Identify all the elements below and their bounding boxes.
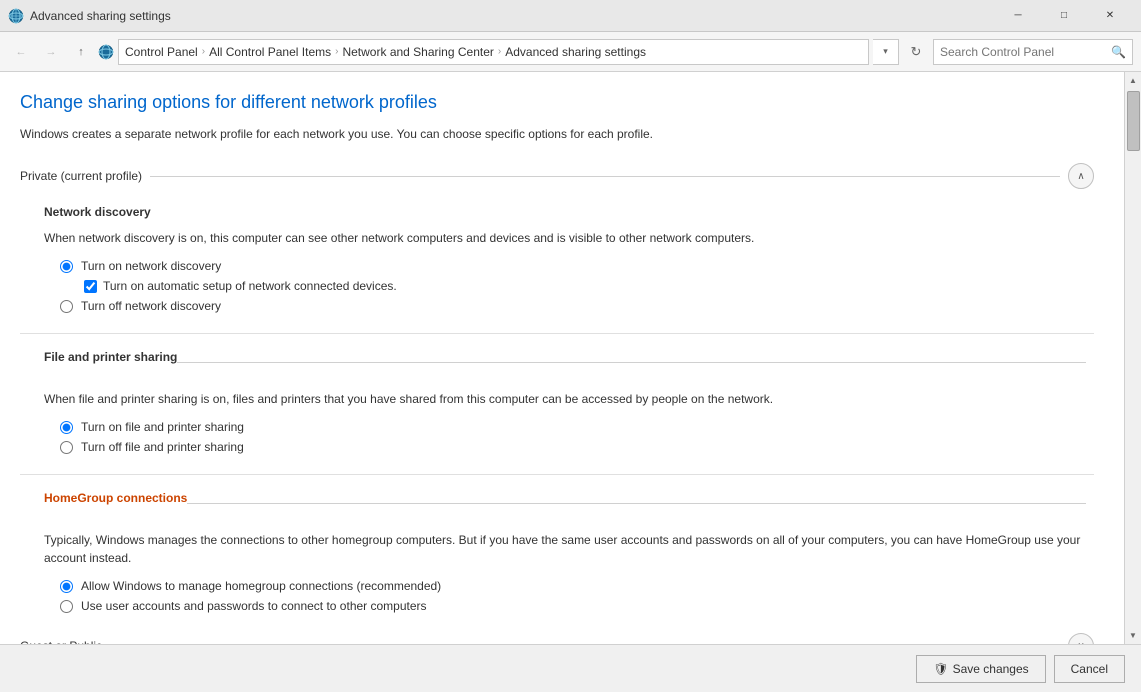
refresh-button[interactable]: ↻	[903, 39, 929, 65]
window-title: Advanced sharing settings	[30, 9, 995, 23]
homegroup-line	[187, 503, 1086, 504]
nd-on-option[interactable]: Turn on network discovery	[60, 259, 1094, 273]
section-guest-toggle[interactable]: ∨	[1068, 633, 1094, 644]
homegroup-options: Allow Windows to manage homegroup connec…	[60, 579, 1094, 613]
shield-icon: 🛡	[933, 662, 948, 676]
search-box[interactable]: 🔍	[933, 39, 1133, 65]
path-sep-1: ›	[202, 46, 205, 57]
save-button[interactable]: 🛡 Save changes	[916, 655, 1045, 683]
close-button[interactable]: ✕	[1087, 0, 1133, 32]
homegroup-desc: Typically, Windows manages the connectio…	[44, 531, 1094, 567]
forward-button[interactable]: →	[38, 39, 64, 65]
main-area: Change sharing options for different net…	[0, 72, 1141, 644]
nd-auto-option[interactable]: Turn on automatic setup of network conne…	[84, 279, 1094, 293]
scroll-up[interactable]: ▲	[1125, 72, 1141, 89]
nd-on-radio[interactable]	[60, 260, 73, 273]
save-label: Save changes	[953, 662, 1029, 676]
subsection-network-discovery: Network discovery When network discovery…	[44, 205, 1094, 313]
hg-windows-option[interactable]: Allow Windows to manage homegroup connec…	[60, 579, 1094, 593]
nd-auto-label: Turn on automatic setup of network conne…	[103, 279, 397, 293]
fp-on-option[interactable]: Turn on file and printer sharing	[60, 420, 1094, 434]
address-path[interactable]: Control Panel › All Control Panel Items …	[118, 39, 869, 65]
app-icon	[8, 8, 24, 24]
footer: 🛡 Save changes Cancel	[0, 644, 1141, 692]
back-button[interactable]: ←	[8, 39, 34, 65]
divider-1	[20, 333, 1094, 334]
hg-user-radio[interactable]	[60, 600, 73, 613]
maximize-button[interactable]: □	[1041, 0, 1087, 32]
up-button[interactable]: ↑	[68, 39, 94, 65]
scrollbar[interactable]: ▲ ▼	[1124, 72, 1141, 644]
path-sep-2: ›	[335, 46, 338, 57]
location-icon	[98, 44, 114, 60]
nd-auto-checkbox[interactable]	[84, 280, 97, 293]
nd-off-radio[interactable]	[60, 300, 73, 313]
network-discovery-desc: When network discovery is on, this compu…	[44, 229, 1094, 247]
fp-off-label: Turn off file and printer sharing	[81, 440, 244, 454]
path-sep-3: ›	[498, 46, 501, 57]
fp-off-radio[interactable]	[60, 441, 73, 454]
title-bar: Advanced sharing settings ─ □ ✕	[0, 0, 1141, 32]
search-icon[interactable]: 🔍	[1111, 45, 1126, 59]
path-advanced-sharing[interactable]: Advanced sharing settings	[505, 45, 646, 59]
path-all-items[interactable]: All Control Panel Items	[209, 45, 331, 59]
cancel-button[interactable]: Cancel	[1054, 655, 1125, 683]
file-printer-options: Turn on file and printer sharing Turn of…	[60, 420, 1094, 454]
fp-on-radio[interactable]	[60, 421, 73, 434]
nd-on-label: Turn on network discovery	[81, 259, 221, 273]
window-controls: ─ □ ✕	[995, 0, 1133, 32]
hg-windows-label: Allow Windows to manage homegroup connec…	[81, 579, 441, 593]
subsection-homegroup: HomeGroup connections Typically, Windows…	[44, 491, 1094, 613]
section-private-title: Private (current profile)	[20, 169, 142, 183]
section-private-line	[150, 176, 1060, 177]
section-guest-header: Guest or Public ∨	[20, 633, 1094, 644]
homegroup-header: HomeGroup connections	[44, 491, 1094, 515]
address-dropdown[interactable]: ▾	[873, 39, 899, 65]
page-subtitle: Windows creates a separate network profi…	[20, 125, 1094, 143]
network-discovery-options: Turn on network discovery Turn on automa…	[60, 259, 1094, 313]
scroll-track[interactable]	[1125, 89, 1141, 627]
divider-2	[20, 474, 1094, 475]
page-title: Change sharing options for different net…	[20, 92, 1094, 113]
file-printer-line	[177, 362, 1086, 363]
fp-on-label: Turn on file and printer sharing	[81, 420, 244, 434]
file-printer-header: File and printer sharing	[44, 350, 1094, 374]
network-discovery-title: Network discovery	[44, 205, 1094, 219]
file-printer-title: File and printer sharing	[44, 350, 177, 364]
fp-off-option[interactable]: Turn off file and printer sharing	[60, 440, 1094, 454]
content-area: Change sharing options for different net…	[0, 72, 1124, 644]
section-private-toggle[interactable]: ∧	[1068, 163, 1094, 189]
hg-user-option[interactable]: Use user accounts and passwords to conne…	[60, 599, 1094, 613]
hg-windows-radio[interactable]	[60, 580, 73, 593]
address-bar: ← → ↑ Control Panel › All Control Panel …	[0, 32, 1141, 72]
file-printer-desc: When file and printer sharing is on, fil…	[44, 390, 1094, 408]
path-network-sharing[interactable]: Network and Sharing Center	[342, 45, 493, 59]
scroll-down[interactable]: ▼	[1125, 627, 1141, 644]
subsection-file-printer: File and printer sharing When file and p…	[44, 350, 1094, 454]
section-private-header: Private (current profile) ∧	[20, 163, 1094, 189]
scroll-thumb[interactable]	[1127, 91, 1140, 151]
path-control-panel[interactable]: Control Panel	[125, 45, 198, 59]
homegroup-title: HomeGroup connections	[44, 491, 187, 505]
nd-off-option[interactable]: Turn off network discovery	[60, 299, 1094, 313]
nd-off-label: Turn off network discovery	[81, 299, 221, 313]
minimize-button[interactable]: ─	[995, 0, 1041, 32]
search-input[interactable]	[940, 45, 1111, 59]
hg-user-label: Use user accounts and passwords to conne…	[81, 599, 427, 613]
